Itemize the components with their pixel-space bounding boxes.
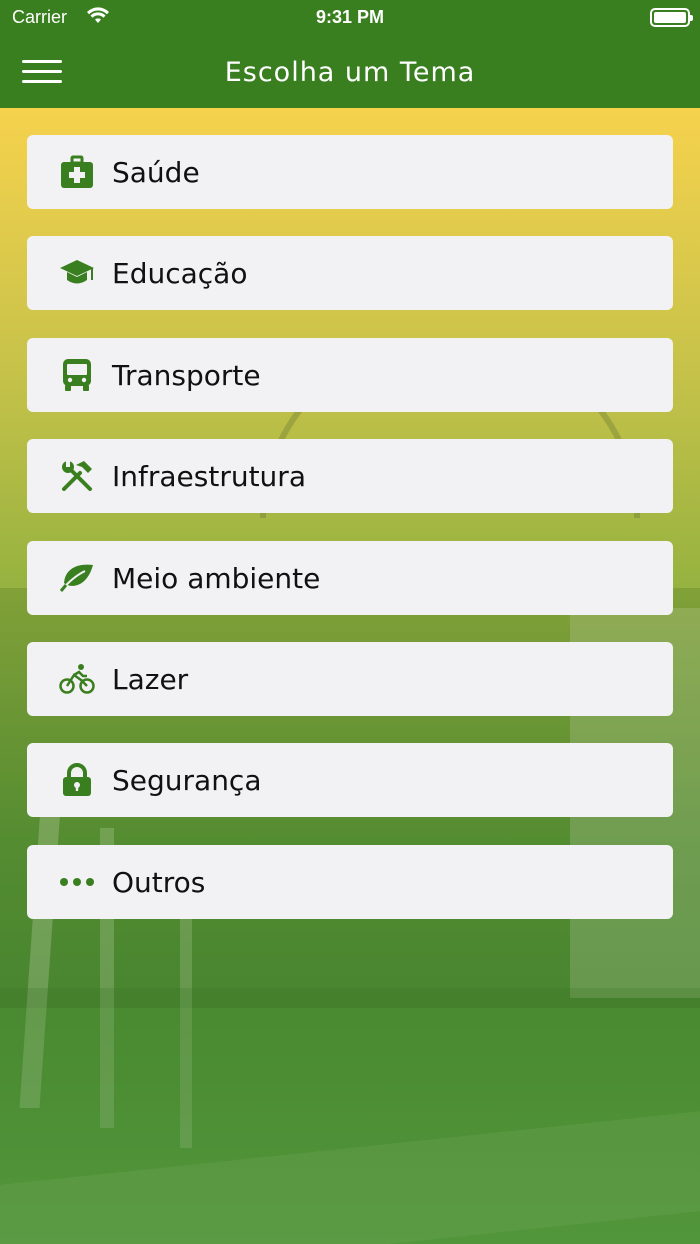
topic-label: Infraestrutura [112, 460, 306, 493]
topic-item-transporte[interactable]: Transporte [27, 338, 673, 412]
bus-icon [59, 357, 95, 393]
status-time: 9:31 PM [315, 7, 385, 27]
lock-icon [59, 762, 95, 798]
topic-item-outros[interactable]: Outros [27, 845, 673, 919]
leaf-icon [59, 560, 95, 596]
battery-icon [650, 8, 693, 27]
topic-item-seguranca[interactable]: Segurança [27, 743, 673, 817]
topic-item-meio-ambiente[interactable]: Meio ambiente [27, 541, 673, 615]
topic-label: Outros [112, 866, 206, 899]
status-bar: Carrier 9:31 PM [0, 0, 700, 38]
topic-label: Educação [112, 257, 248, 290]
topic-item-saude[interactable]: Saúde [27, 135, 673, 209]
page-title: Escolha um Tema [224, 57, 476, 88]
topic-label: Meio ambiente [112, 562, 321, 595]
hammer-wrench-tools-icon [59, 458, 95, 494]
topic-label: Lazer [112, 663, 189, 696]
nav-bar: Escolha um Tema [0, 38, 700, 108]
bicycle-icon [59, 661, 95, 697]
graduation-cap-icon [59, 255, 95, 291]
first-aid-kit-icon [59, 154, 95, 190]
topic-item-lazer[interactable]: Lazer [27, 642, 673, 716]
ellipsis-icon [59, 864, 95, 900]
topic-item-educacao[interactable]: Educação [27, 236, 673, 310]
topic-label: Saúde [112, 156, 200, 189]
topic-item-infraestrutura[interactable]: Infraestrutura [27, 439, 673, 513]
topic-label: Transporte [112, 359, 261, 392]
topic-label: Segurança [112, 764, 262, 797]
